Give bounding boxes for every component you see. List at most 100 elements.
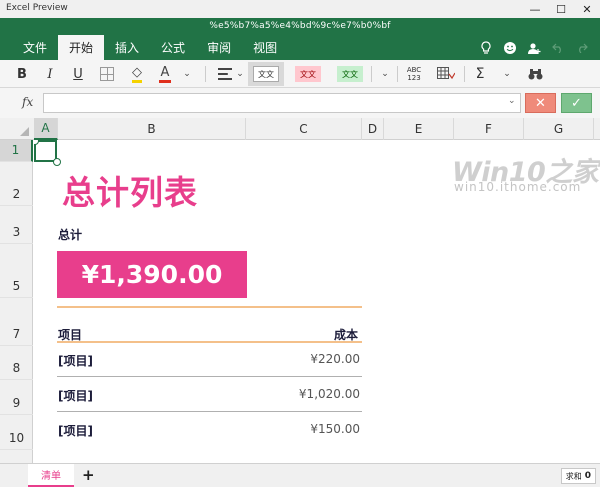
number-format-top: ABC [406, 66, 422, 74]
row-header-8[interactable]: 8 [0, 346, 33, 380]
undo-icon[interactable] [546, 38, 570, 58]
table-header-underline [57, 341, 362, 343]
confirm-button[interactable]: ✓ [561, 93, 592, 113]
lightbulb-icon[interactable] [474, 38, 498, 58]
toolbar-divider [464, 66, 465, 82]
fill-color-button[interactable]: ◇ [126, 62, 148, 86]
italic-button[interactable]: I [40, 62, 60, 86]
watermark-url: win10.ithome.com [454, 180, 582, 194]
align-left-icon [218, 68, 232, 80]
minimize-button[interactable]: — [522, 0, 548, 18]
add-sheet-button[interactable]: + [82, 466, 95, 484]
find-button[interactable] [524, 62, 546, 86]
bold-button[interactable]: B [12, 62, 32, 86]
tab-formulas[interactable]: 公式 [150, 35, 196, 60]
tab-file[interactable]: 文件 [12, 35, 58, 60]
borders-button[interactable] [96, 62, 118, 86]
item-name[interactable]: [项目] [58, 387, 93, 404]
column-header-c[interactable]: C [246, 118, 362, 140]
item-name[interactable]: [项目] [58, 352, 93, 369]
item-name[interactable]: [项目] [58, 422, 93, 439]
binoculars-icon [528, 69, 542, 80]
row-header-5[interactable]: 5 [0, 244, 33, 298]
window-controls: — ☐ ✕ [522, 0, 600, 18]
home-toolbar: B I U ◇ A ⌄ ⌄ 文文 文文 文文 ⌄ ABC 123 Σ ⌄ [0, 60, 600, 88]
close-button[interactable]: ✕ [574, 0, 600, 18]
borders-icon [100, 67, 114, 81]
smiley-feedback-icon[interactable] [498, 38, 522, 58]
chevron-down-icon[interactable]: ⌄ [180, 62, 194, 86]
toolbar-divider [371, 66, 372, 82]
row-divider [57, 411, 362, 412]
column-header-g[interactable]: G [524, 118, 594, 140]
total-label[interactable]: 总计 [58, 226, 82, 243]
selection-handle-bottom-right[interactable] [53, 158, 61, 166]
redo-icon[interactable] [570, 38, 594, 58]
toolbar-divider [205, 66, 206, 82]
tab-view[interactable]: 视图 [242, 35, 288, 60]
column-header-f[interactable]: F [454, 118, 524, 140]
row-header-7[interactable]: 7 [0, 298, 33, 346]
sheet-title[interactable]: 总计列表 [62, 166, 198, 214]
fx-label: fx [22, 95, 34, 109]
row-header-1[interactable]: 1 [0, 140, 33, 162]
total-value[interactable]: ¥1,390.00 [57, 251, 247, 298]
style-bad-chip: 文文 [295, 66, 321, 82]
style-normal-chip: 文文 [253, 66, 279, 82]
row-header-2[interactable]: 2 [0, 162, 33, 206]
row-headers: 1 2 3 5 7 8 9 10 [0, 140, 33, 463]
number-format-button[interactable]: ABC 123 [402, 62, 426, 86]
align-button[interactable] [214, 62, 236, 86]
align-chevron-icon[interactable]: ⌄ [234, 62, 246, 86]
number-format-bottom: 123 [407, 74, 421, 82]
worksheet[interactable]: 总计列表 Win10之家 win10.ithome.com 总计 ¥1,390.… [34, 140, 600, 463]
cell-style-normal[interactable]: 文文 [248, 62, 284, 86]
maximize-button[interactable]: ☐ [548, 0, 574, 18]
toolbar-divider [397, 66, 398, 82]
sum-value: 0 [584, 471, 591, 481]
column-header-e[interactable]: E [384, 118, 454, 140]
cell-style-good[interactable]: 文文 [332, 62, 368, 86]
column-header-b[interactable]: B [58, 118, 246, 140]
document-title: %e5%b7%a5%e4%bd%9c%e7%b0%bf [209, 21, 391, 31]
sum-label: 求和 [565, 471, 582, 481]
paint-bucket-icon: ◇ [132, 65, 142, 83]
autosum-chevron-icon[interactable]: ⌄ [500, 62, 514, 86]
select-all-corner[interactable] [0, 118, 33, 140]
divider-line [57, 306, 362, 308]
cancel-button[interactable]: ✕ [525, 93, 556, 113]
sum-indicator[interactable]: 求和 0 [560, 468, 596, 484]
format-cells-button[interactable] [432, 62, 460, 86]
row-header-3[interactable]: 3 [0, 206, 33, 244]
row-divider [57, 376, 362, 377]
tab-home[interactable]: 开始 [58, 35, 105, 60]
tab-review[interactable]: 审阅 [196, 35, 242, 60]
column-header-a[interactable]: A [34, 118, 58, 140]
styles-chevron-icon[interactable]: ⌄ [378, 62, 392, 86]
row-header-10[interactable]: 10 [0, 415, 33, 450]
item-cost[interactable]: ¥150.00 [310, 422, 360, 436]
select-all-icon [20, 127, 29, 136]
sheet-tab-list[interactable]: 清单 [28, 464, 74, 487]
font-color-icon: A [158, 65, 172, 83]
column-headers: A B C D E F G [0, 118, 600, 140]
format-cells-icon [437, 67, 455, 80]
cell-style-bad[interactable]: 文文 [290, 62, 326, 86]
share-people-icon[interactable] [522, 38, 546, 58]
header-actions [474, 38, 594, 58]
item-cost[interactable]: ¥220.00 [310, 352, 360, 366]
ribbon-tabs: 文件 开始 插入 公式 审阅 视图 [12, 35, 288, 60]
title-bar: Excel Preview — ☐ ✕ [0, 0, 600, 18]
column-header-d[interactable]: D [362, 118, 384, 140]
formula-expand-chevron-icon[interactable]: ⌄ [508, 96, 516, 106]
underline-button[interactable]: U [68, 62, 88, 86]
style-good-chip: 文文 [337, 66, 363, 82]
formula-input[interactable] [43, 93, 521, 113]
app-title: Excel Preview [6, 3, 68, 13]
tab-insert[interactable]: 插入 [104, 35, 150, 60]
item-cost[interactable]: ¥1,020.00 [299, 387, 360, 401]
row-header-9[interactable]: 9 [0, 380, 33, 415]
formula-bar: fx ⌄ ✕ ✓ [0, 88, 600, 118]
autosum-button[interactable]: Σ [470, 62, 490, 86]
font-color-button[interactable]: A [154, 62, 176, 86]
